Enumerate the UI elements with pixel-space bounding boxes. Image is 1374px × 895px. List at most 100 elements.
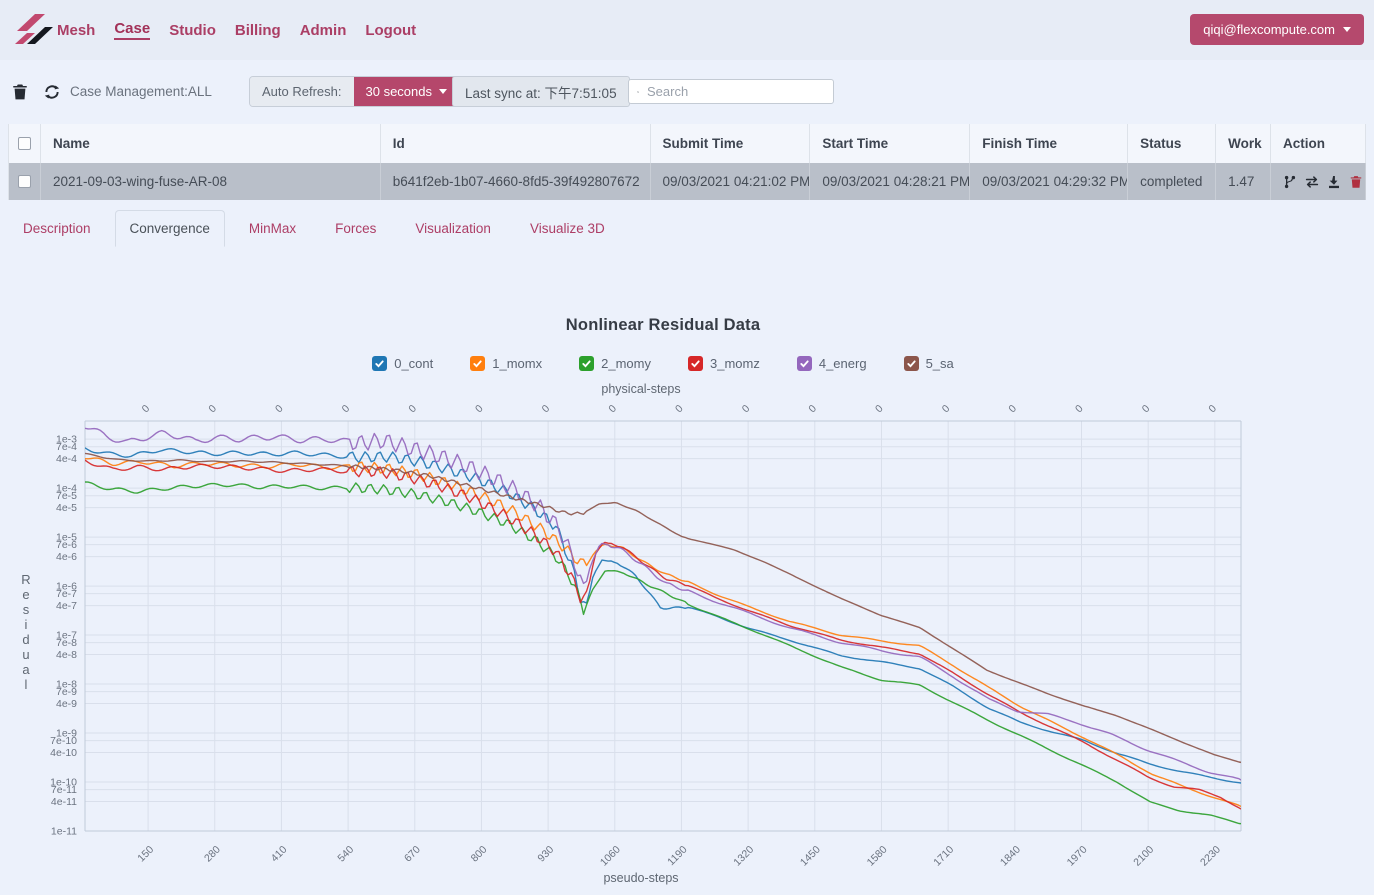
legend-label-2_momy[interactable]: 2_momy: [601, 356, 651, 371]
svg-text:0: 0: [473, 402, 486, 415]
nav-links: Mesh Case Studio Billing Admin Logout: [57, 0, 416, 60]
table-header: Name Id Submit Time Start Time Finish Ti…: [9, 124, 1366, 163]
svg-text:410: 410: [269, 844, 290, 865]
svg-text:930: 930: [535, 844, 556, 865]
user-email: qiqi@flexcompute.com: [1203, 22, 1335, 37]
legend-checkbox-2_momy[interactable]: [579, 356, 595, 371]
column-id[interactable]: Id: [381, 124, 651, 163]
svg-text:670: 670: [402, 844, 423, 865]
legend-item-2_momy[interactable]: 2_momy: [579, 356, 651, 371]
svg-text:1060: 1060: [598, 844, 623, 869]
svg-text:800: 800: [469, 844, 490, 865]
nav-link-case[interactable]: Case: [114, 20, 151, 40]
column-submit-time[interactable]: Submit Time: [651, 124, 811, 163]
logo-pink-slash-top: [17, 14, 45, 31]
legend-checkbox-4_energ[interactable]: [796, 356, 812, 371]
column-finish-time[interactable]: Finish Time: [970, 124, 1129, 163]
svg-text:4e-6: 4e-6: [56, 551, 77, 563]
flexcompute-logo[interactable]: [13, 11, 55, 49]
svg-text:0: 0: [340, 402, 353, 415]
column-work[interactable]: Work: [1216, 124, 1272, 163]
legend-checkbox-1_momx[interactable]: [470, 356, 486, 371]
legend-label-4_energ[interactable]: 4_energ: [819, 356, 867, 371]
svg-text:1580: 1580: [865, 844, 890, 869]
legend-label-5_sa[interactable]: 5_sa: [926, 356, 954, 371]
series-line-5_sa: [85, 452, 1241, 764]
tab-forces[interactable]: Forces: [320, 210, 391, 247]
case-row[interactable]: 2021-09-03-wing-fuse-AR-08 b641f2eb-1b07…: [9, 163, 1366, 200]
svg-text:7e-4: 7e-4: [56, 441, 77, 453]
svg-text:0: 0: [406, 402, 419, 415]
legend-item-1_momx[interactable]: 1_momx: [470, 356, 542, 371]
column-status[interactable]: Status: [1128, 124, 1217, 163]
legend-label-3_momz[interactable]: 3_momz: [710, 356, 760, 371]
nav-link-admin[interactable]: Admin: [300, 22, 347, 39]
svg-text:7e-11: 7e-11: [51, 784, 77, 796]
column-name[interactable]: Name: [41, 124, 381, 163]
svg-text:2230: 2230: [1198, 844, 1223, 869]
legend-label-0_cont[interactable]: 0_cont: [394, 356, 433, 371]
svg-text:7e-5: 7e-5: [56, 490, 77, 502]
pseudo-steps-axis-label: pseudo-steps: [603, 871, 679, 885]
tab-visualization[interactable]: Visualization: [400, 210, 506, 247]
cell-finish-time: 09/03/2021 04:29:32 PM: [970, 163, 1129, 200]
tab-visualize-3d[interactable]: Visualize 3D: [515, 210, 620, 247]
svg-text:7e-9: 7e-9: [56, 686, 77, 698]
chevron-down-icon: [1343, 27, 1351, 32]
nav-link-billing[interactable]: Billing: [235, 22, 281, 39]
cell-id: b641f2eb-1b07-4660-8fd5-39f492807672: [381, 163, 651, 200]
select-all-checkbox[interactable]: [17, 137, 31, 150]
svg-text:0: 0: [273, 402, 286, 415]
cell-work: 1.47: [1216, 163, 1272, 200]
legend-item-4_energ[interactable]: 4_energ: [796, 356, 867, 371]
case-toolbar: Case Management:ALL Auto Refresh: 30 sec…: [0, 75, 1374, 109]
trash-icon[interactable]: [11, 83, 29, 101]
column-start-time[interactable]: Start Time: [810, 124, 971, 163]
legend-checkbox-3_momz[interactable]: [687, 356, 703, 371]
delete-icon[interactable]: [1349, 175, 1363, 189]
column-action: Action: [1271, 124, 1366, 163]
svg-text:1970: 1970: [1065, 844, 1090, 869]
nav-link-mesh[interactable]: Mesh: [57, 22, 95, 39]
nav-link-studio[interactable]: Studio: [169, 22, 216, 39]
series-line-2_momy: [85, 481, 1241, 825]
convergence-chart: 1e-37e-44e-41e-47e-54e-51e-57e-64e-61e-6…: [50, 402, 1242, 869]
cell-status: completed: [1128, 163, 1217, 200]
series-line-3_momz: [85, 459, 1241, 810]
fork-icon[interactable]: [1283, 175, 1297, 189]
row-checkbox[interactable]: [17, 175, 31, 188]
detail-tabs: Description Convergence MinMax Forces Vi…: [8, 210, 629, 247]
legend-item-0_cont[interactable]: 0_cont: [372, 356, 433, 371]
svg-text:0: 0: [1073, 402, 1086, 415]
svg-text:4e-7: 4e-7: [56, 600, 77, 612]
search-box: [628, 79, 834, 104]
legend-item-3_momz[interactable]: 3_momz: [687, 356, 760, 371]
nav-link-logout[interactable]: Logout: [365, 22, 416, 39]
svg-text:4e-10: 4e-10: [50, 747, 77, 759]
user-menu-button[interactable]: qiqi@flexcompute.com: [1190, 14, 1364, 45]
svg-text:0: 0: [606, 402, 619, 415]
chart-title: Nonlinear Residual Data: [565, 316, 761, 334]
svg-text:4e-8: 4e-8: [56, 649, 77, 661]
svg-text:0: 0: [740, 402, 753, 415]
tab-convergence[interactable]: Convergence: [114, 210, 225, 247]
tab-minmax[interactable]: MinMax: [234, 210, 311, 247]
download-icon[interactable]: [1327, 175, 1341, 189]
cell-start-time: 09/03/2021 04:28:21 PM: [810, 163, 971, 200]
legend-item-5_sa[interactable]: 5_sa: [903, 356, 954, 371]
legend-label-1_momx[interactable]: 1_momx: [492, 356, 542, 371]
svg-text:1320: 1320: [731, 844, 756, 869]
svg-text:2100: 2100: [1131, 844, 1156, 869]
rerun-icon[interactable]: [1305, 175, 1319, 189]
series-line-4_energ: [85, 427, 1241, 781]
auto-refresh-dropdown[interactable]: 30 seconds: [353, 77, 459, 106]
legend-checkbox-5_sa[interactable]: [903, 356, 919, 371]
cell-name: 2021-09-03-wing-fuse-AR-08: [41, 163, 381, 200]
search-input[interactable]: [645, 83, 825, 100]
legend-checkbox-0_cont[interactable]: [372, 356, 388, 371]
last-sync-text: Last sync at: 下午7:51:05: [465, 85, 617, 101]
svg-text:150: 150: [135, 844, 156, 865]
refresh-icon[interactable]: [43, 83, 61, 101]
physical-steps-axis-label: physical-steps: [601, 382, 681, 396]
tab-description[interactable]: Description: [8, 210, 106, 247]
